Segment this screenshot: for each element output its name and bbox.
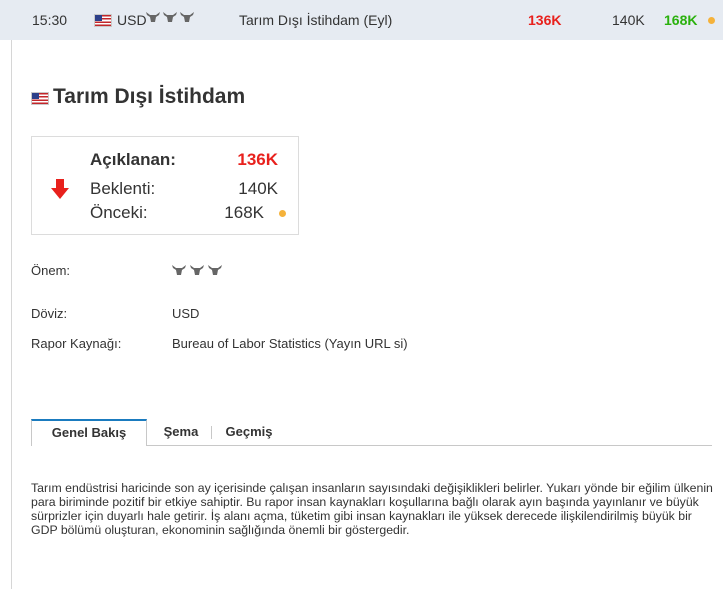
release-summary-box: Açıklanan: 136K Beklenti: 140K Önceki: 1…: [31, 136, 299, 235]
importance-indicator: [146, 11, 194, 23]
importance-indicator: [172, 264, 427, 276]
tab-separator: [211, 426, 212, 439]
importance-label: Önem:: [31, 263, 71, 278]
event-time: 15:30: [32, 12, 68, 28]
event-forecast-value: 140K: [612, 12, 645, 28]
tab-bar: Genel Bakış Şema Geçmiş: [31, 419, 712, 446]
source-link[interactable]: Bureau of Labor Statistics (Yayın URL si…: [172, 336, 427, 351]
actual-value: 136K: [237, 150, 278, 169]
page-title: Tarım Dışı İstihdam: [53, 85, 246, 108]
bull-icon: [208, 265, 222, 275]
event-row[interactable]: 15:30 USD Tarım Dışı İstihdam (Eyl) 136K…: [0, 0, 723, 40]
currency-value: USD: [172, 306, 200, 321]
bull-icon: [190, 265, 204, 275]
bull-icon: [180, 12, 194, 22]
overview-text: Tarım endüstrisi haricinde son ay içeris…: [31, 481, 713, 537]
arrow-down-icon: [51, 179, 69, 199]
event-previous-value: 168K: [664, 12, 698, 28]
us-flag-icon: [31, 92, 49, 105]
bull-icon: [163, 12, 177, 22]
previous-value: 168K: [224, 203, 264, 222]
source-label: Rapor Kaynağı:: [31, 336, 122, 351]
actual-label: Açıklanan:: [90, 150, 176, 169]
event-currency: USD: [117, 12, 147, 28]
currency-label: Döviz:: [31, 306, 68, 321]
forecast-value: 140K: [238, 179, 278, 198]
tab-overview[interactable]: Genel Bakış: [31, 419, 147, 446]
bull-icon: [172, 265, 186, 275]
tab-chart[interactable]: Şema: [157, 419, 205, 445]
tab-history[interactable]: Geçmiş: [219, 419, 279, 445]
forecast-label: Beklenti:: [90, 179, 156, 198]
event-name: Tarım Dışı İstihdam (Eyl): [239, 12, 393, 28]
previous-label: Önceki:: [90, 203, 148, 222]
bull-icon: [146, 12, 160, 22]
revision-dot-icon: [279, 210, 286, 217]
left-border: [11, 40, 12, 589]
us-flag-icon: [94, 14, 112, 27]
event-actual-value: 136K: [528, 12, 562, 28]
revision-dot-icon: [708, 17, 715, 24]
